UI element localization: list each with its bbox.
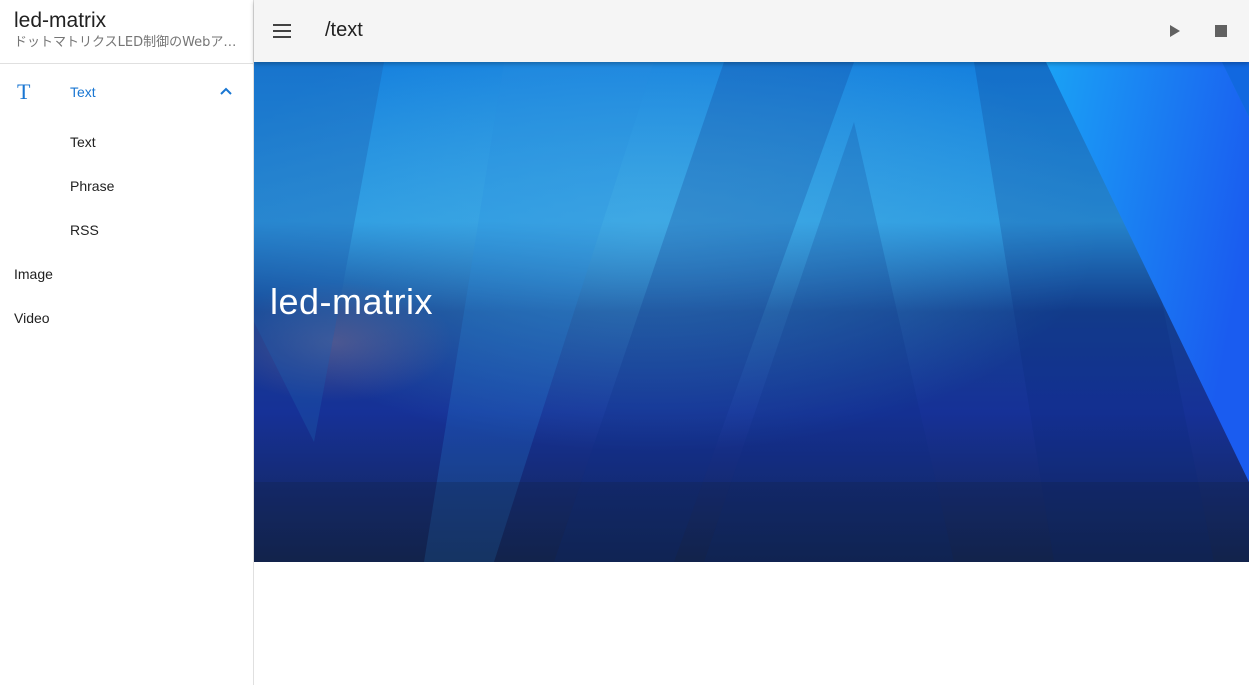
text-icon: T [17, 79, 31, 104]
nav-item-phrase[interactable]: Phrase [0, 164, 253, 208]
menu-icon[interactable] [268, 17, 296, 45]
app-subtitle: ドットマトリクスLED制御のWebアプリ [14, 35, 240, 50]
app-title: led-matrix [14, 9, 107, 32]
hero-banner: led-matrix [254, 62, 1249, 562]
stop-icon[interactable] [1208, 19, 1234, 43]
hero-title: led-matrix [270, 281, 434, 322]
nav-list: T Text Text Phrase RSS Image Video [0, 64, 253, 340]
nav-group-label: Text [70, 84, 96, 100]
nav-item-image[interactable]: Image [0, 252, 253, 296]
navigation-drawer: led-matrix ドットマトリクスLED制御のWebアプリ T Text T… [0, 0, 254, 685]
page-title: /text [325, 19, 363, 41]
app-bar: /text [254, 0, 1249, 62]
nav-item-text[interactable]: Text [0, 120, 253, 164]
play-icon[interactable] [1161, 19, 1187, 43]
nav-item-video[interactable]: Video [0, 296, 253, 340]
nav-group-text[interactable]: T Text [0, 64, 253, 120]
chevron-up-icon[interactable] [219, 86, 233, 96]
drawer-header: led-matrix ドットマトリクスLED制御のWebアプリ [0, 0, 253, 64]
nav-item-rss[interactable]: RSS [0, 208, 253, 252]
